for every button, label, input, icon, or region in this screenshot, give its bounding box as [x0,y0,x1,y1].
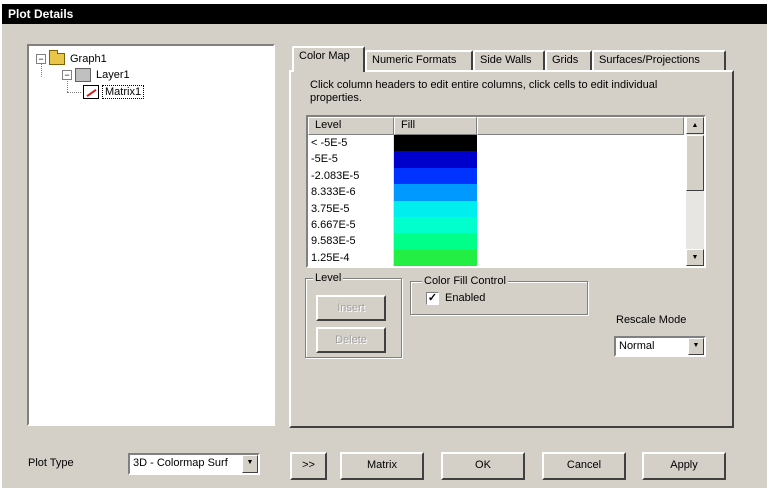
layer-icon [75,68,91,82]
tree-collapse-icon[interactable]: − [36,54,46,64]
tree-item-label: Graph1 [70,53,107,65]
level-group-title: Level [313,272,344,284]
column-header-blank [477,117,684,135]
fill-color-cell[interactable] [394,135,477,152]
level-cell[interactable]: -5E-5 [308,151,394,168]
column-header-fill[interactable]: Fill [394,117,477,135]
table-row[interactable]: 9.583E-5 [308,233,688,250]
grid-scrollbar[interactable]: ▲ ▼ [686,117,704,266]
tree-item-graph1[interactable]: − Graph1 [36,50,109,67]
tab-grids[interactable]: Grids [545,50,592,70]
table-row[interactable]: 3.75E-5 [308,200,688,217]
level-cell[interactable]: 3.75E-5 [308,200,394,217]
expand-button[interactable]: >> [290,452,327,480]
rescale-mode-label: Rescale Mode [616,314,687,326]
table-row[interactable]: -5E-5 [308,151,688,168]
apply-button[interactable]: Apply [642,452,726,480]
tree-item-matrix1[interactable]: Matrix1 [83,84,145,100]
chevron-down-icon[interactable]: ▼ [688,338,704,355]
tab-side-walls[interactable]: Side Walls [473,50,545,70]
table-row[interactable]: 8.333E-6 [308,184,688,201]
rescale-mode-select[interactable]: Normal ▼ [614,336,706,357]
enabled-checkbox[interactable]: ✓ [426,292,439,305]
tab-numeric-formats[interactable]: Numeric Formats [365,50,473,70]
grid-header: Level Fill [308,117,684,135]
tree-connector [67,92,81,93]
enabled-label: Enabled [445,292,486,304]
tree-item-label: Matrix1 [102,85,145,99]
scroll-up-icon[interactable]: ▲ [686,117,704,134]
level-cell[interactable]: -2.083E-5 [308,167,394,185]
level-cell[interactable]: 1.25E-4 [308,249,394,266]
cancel-button[interactable]: Cancel [542,452,626,480]
chevron-down-icon[interactable]: ▼ [242,455,258,473]
matrix-button[interactable]: Matrix [340,452,424,480]
table-row[interactable]: 1.25E-4 [308,249,688,266]
grid-rows: < -5E-5 -5E-5 -2.083E-5 8.333E-6 3.75E-5 6.66… [308,135,688,266]
tree-collapse-icon[interactable]: − [62,70,72,80]
fill-color-cell[interactable] [394,200,477,217]
scroll-down-icon[interactable]: ▼ [686,249,704,266]
colormap-grid[interactable]: Level Fill < -5E-5 -5E-5 -2.083E-5 8.333E-6… [306,115,706,268]
plot-type-select[interactable]: 3D - Colormap Surf ▼ [128,453,260,475]
tree-item-layer1[interactable]: − Layer1 [62,67,132,83]
level-cell[interactable]: 9.583E-5 [308,233,394,250]
delete-button[interactable]: Delete [316,327,386,353]
instructions-text: Click column headers to edit entire colu… [310,79,658,104]
ok-button[interactable]: OK [441,452,525,480]
tab-surfaces-projections[interactable]: Surfaces/Projections [592,50,726,70]
fill-color-cell[interactable] [394,216,477,234]
matrix-icon [83,85,99,99]
fill-color-cell[interactable] [394,184,477,201]
color-fill-group-title: Color Fill Control [422,275,508,287]
folder-icon [49,50,65,65]
fill-color-cell[interactable] [394,249,477,266]
window-title: Plot Details [2,4,767,24]
tree-item-label: Layer1 [96,69,130,81]
level-cell[interactable]: < -5E-5 [308,135,394,152]
level-cell[interactable]: 6.667E-5 [308,216,394,234]
fill-color-cell[interactable] [394,151,477,168]
fill-color-cell[interactable] [394,167,477,185]
rescale-mode-value: Normal [619,340,655,352]
insert-button[interactable]: Insert [316,295,386,321]
plot-type-label: Plot Type [28,457,74,469]
table-row[interactable]: < -5E-5 [308,135,688,152]
plot-type-value: 3D - Colormap Surf [133,457,228,469]
table-row[interactable]: 6.667E-5 [308,216,688,234]
level-cell[interactable]: 8.333E-6 [308,184,394,201]
scroll-thumb[interactable] [686,135,704,191]
fill-color-cell[interactable] [394,233,477,250]
table-row[interactable]: -2.083E-5 [308,167,688,185]
tab-color-map[interactable]: Color Map [292,46,365,72]
column-header-level[interactable]: Level [308,117,394,135]
layer-tree[interactable]: − Graph1 − Layer1 Matrix1 [27,44,275,426]
